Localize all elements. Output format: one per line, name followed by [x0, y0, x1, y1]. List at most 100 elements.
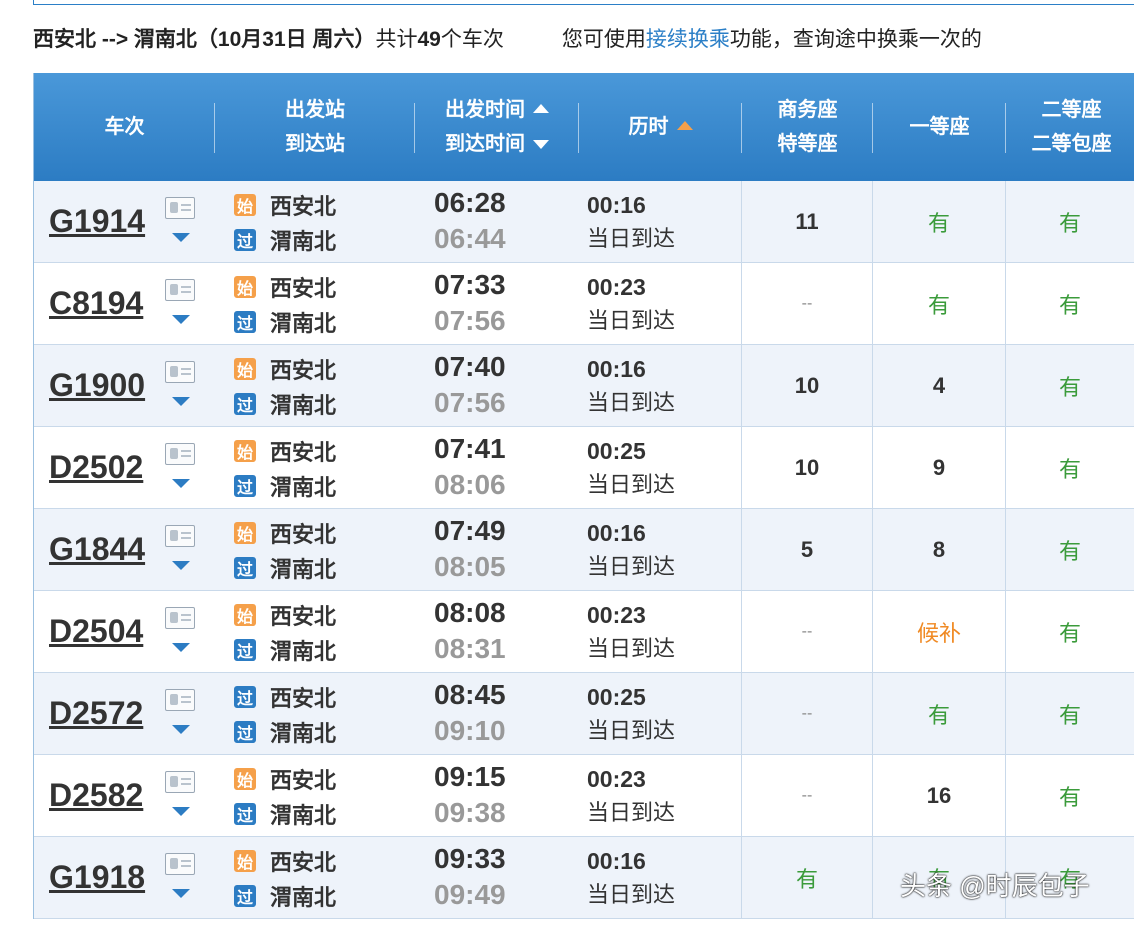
from-station-name: 西安北 [270, 686, 337, 711]
train-number-link[interactable]: D2504 [49, 611, 143, 651]
business-seat[interactable]: -- [742, 673, 872, 754]
watermark: 头条 @时辰包子 [900, 871, 1090, 901]
table-row: G1844 始西安北过渭南北 07:49 08:05 00:16 当日到达 5 8 有 [34, 509, 1134, 591]
train-number-link[interactable]: C8194 [49, 283, 143, 323]
sort-departure-button[interactable]: 出发时间 [445, 93, 549, 127]
business-seat[interactable]: 10 [742, 427, 872, 508]
id-card-icon[interactable] [165, 771, 195, 793]
id-card-icon[interactable] [165, 443, 195, 465]
business-seat[interactable]: -- [742, 591, 872, 672]
id-card-icon[interactable] [165, 279, 195, 301]
departure-time: 08:08 [434, 597, 506, 628]
business-seat[interactable]: 10 [742, 345, 872, 426]
business-seat[interactable]: -- [742, 263, 872, 344]
train-table: 车次 出发站 到达站 出发时间 到达时间 历时 商务座 特等座 一等座 二等座 [33, 73, 1134, 919]
arrival-day: 当日到达 [587, 882, 676, 907]
chevron-down-icon[interactable] [172, 233, 190, 242]
chevron-down-icon[interactable] [172, 807, 190, 816]
chevron-down-icon[interactable] [172, 397, 190, 406]
business-seat[interactable]: -- [742, 755, 872, 836]
id-card-icon[interactable] [165, 689, 195, 711]
first-class-seat[interactable]: 有 [873, 673, 1005, 754]
from-station: 始西安北 [234, 436, 336, 466]
business-seat[interactable]: 11 [742, 181, 872, 262]
header-second-label: 二等座 [1041, 99, 1102, 121]
date-text: （10月31日 周六） [196, 28, 376, 51]
business-seat[interactable]: 5 [742, 509, 872, 590]
second-class-seat[interactable]: 有 [1006, 591, 1134, 672]
train-number-link[interactable]: D2582 [49, 775, 143, 815]
second-class-seat[interactable]: 有 [1006, 509, 1134, 590]
from-station-name: 西安北 [270, 850, 337, 875]
from-station: 始西安北 [234, 764, 336, 794]
second-class-seat[interactable]: 有 [1006, 673, 1134, 754]
business-seat[interactable]: 有 [742, 837, 872, 918]
second-class-seat[interactable]: 有 [1006, 345, 1134, 426]
train-number-link[interactable]: D2502 [49, 447, 143, 487]
train-number-link[interactable]: G1918 [49, 857, 145, 897]
start-station-icon: 始 [234, 850, 256, 872]
first-class-seat[interactable]: 4 [873, 345, 1005, 426]
to-station-name: 渭南北 [270, 311, 337, 336]
header-train: 车次 [34, 73, 215, 181]
arrival-time: 06:44 [434, 223, 506, 254]
sort-arrival-button[interactable]: 到达时间 [445, 127, 549, 161]
chevron-down-icon[interactable] [172, 643, 190, 652]
chevron-down-icon[interactable] [172, 315, 190, 324]
from-station-name: 西安北 [270, 440, 337, 465]
first-class-seat[interactable]: 有 [873, 263, 1005, 344]
first-class-seat[interactable]: 有 [873, 181, 1005, 262]
from-station-name: 西安北 [270, 604, 337, 629]
chevron-down-icon[interactable] [172, 889, 190, 898]
id-card-icon[interactable] [165, 361, 195, 383]
chevron-down-icon[interactable] [172, 725, 190, 734]
start-station-icon: 始 [234, 522, 256, 544]
id-card-icon[interactable] [165, 607, 195, 629]
header-arr-label: 到达时间 [445, 133, 525, 155]
train-number-link[interactable]: D2572 [49, 693, 143, 733]
pass-station-icon: 过 [234, 721, 256, 743]
table-row: G1914 始西安北过渭南北 06:28 06:44 00:16 当日到达 11 有有 [34, 181, 1134, 263]
chevron-down-icon[interactable] [172, 561, 190, 570]
pass-station-icon: 过 [234, 229, 256, 251]
pass-station-icon: 过 [234, 639, 256, 661]
train-number-link[interactable]: G1914 [49, 201, 145, 241]
from-station-name: 西安北 [270, 768, 337, 793]
id-card-icon[interactable] [165, 525, 195, 547]
first-class-seat[interactable]: 8 [873, 509, 1005, 590]
departure-time: 07:49 [434, 515, 506, 546]
second-class-seat[interactable]: 有 [1006, 427, 1134, 508]
first-class-seat[interactable]: 16 [873, 755, 1005, 836]
pass-station-icon: 过 [234, 311, 256, 333]
second-class-seat[interactable]: 有 [1006, 755, 1134, 836]
id-card-icon[interactable] [165, 853, 195, 875]
to-station-name: 渭南北 [270, 639, 337, 664]
id-card-icon[interactable] [165, 197, 195, 219]
first-class-seat[interactable]: 候补 [873, 591, 1005, 672]
arrival-time: 07:56 [434, 387, 506, 418]
second-class-seat[interactable]: 有 [1006, 181, 1134, 262]
sort-duration-button[interactable]: 历时 [629, 110, 693, 144]
from-station: 始西安北 [234, 354, 336, 384]
table-row: D2504 始西安北过渭南北 08:08 08:31 00:23 当日到达 -- 候补有 [34, 591, 1134, 673]
sort-up-icon [533, 104, 549, 114]
second-class-seat[interactable]: 有 [1006, 263, 1134, 344]
arrival-day: 当日到达 [587, 800, 676, 825]
transfer-link[interactable]: 接续换乘 [646, 28, 730, 51]
to-station-name: 渭南北 [270, 721, 337, 746]
chevron-down-icon[interactable] [172, 479, 190, 488]
from-station-name: 西安北 [270, 194, 337, 219]
train-number-link[interactable]: G1900 [49, 365, 145, 405]
duration: 00:23 [587, 766, 646, 792]
header-special-label: 特等座 [777, 133, 838, 155]
route-text: 西安北 --> 渭南北 [33, 28, 197, 51]
arrival-day: 当日到达 [587, 390, 676, 415]
table-row: D2582 始西安北过渭南北 09:15 09:38 00:23 当日到达 -- 16 有 [34, 755, 1134, 837]
table-header: 车次 出发站 到达站 出发时间 到达时间 历时 商务座 特等座 一等座 二等座 [34, 73, 1134, 181]
total-count: 49 [417, 28, 441, 51]
start-station-icon: 始 [234, 276, 256, 298]
train-number-link[interactable]: G1844 [49, 529, 145, 569]
first-class-seat[interactable]: 9 [873, 427, 1005, 508]
arrival-time: 08:05 [434, 551, 506, 582]
to-station: 过渭南北 [234, 471, 336, 501]
